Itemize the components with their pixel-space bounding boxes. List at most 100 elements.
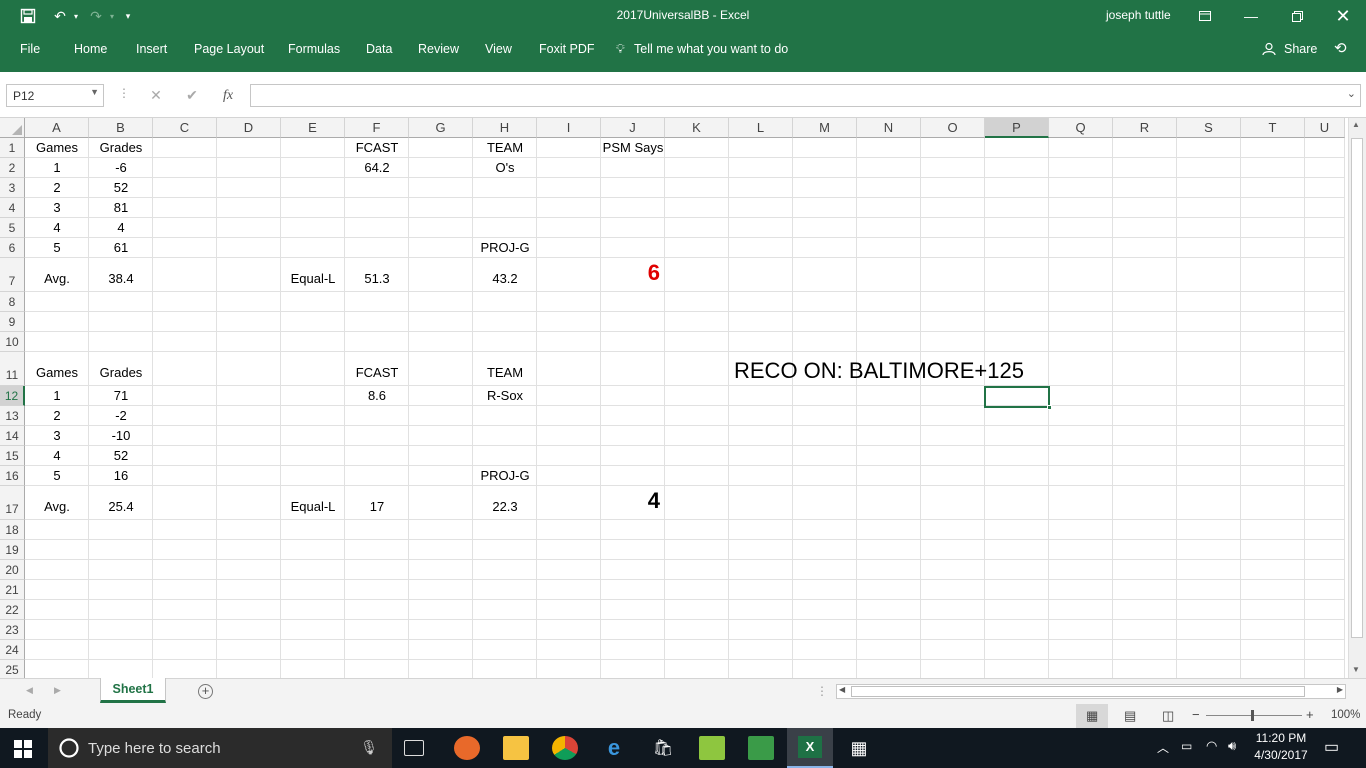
cell-f12[interactable]: 8.6 (345, 386, 409, 406)
cell-h12[interactable]: R-Sox (473, 386, 537, 406)
cell-b11[interactable]: Grades (89, 352, 153, 386)
row-header-18[interactable]: 18 (0, 520, 25, 540)
row-header-15[interactable]: 15 (0, 446, 25, 466)
tab-formulas[interactable]: Formulas (288, 42, 340, 56)
row-header-8[interactable]: 8 (0, 292, 25, 312)
insert-function-icon[interactable]: fx (210, 88, 246, 104)
cell-f2[interactable]: 64.2 (345, 158, 409, 178)
clock[interactable]: 11:20 PM 4/30/2017 (1252, 731, 1310, 762)
expand-formula-icon[interactable]: ⌄ (1347, 87, 1356, 100)
page-layout-view-icon[interactable]: ▤ (1124, 708, 1136, 724)
column-header-m[interactable]: M (793, 118, 857, 138)
row-header-23[interactable]: 23 (0, 620, 25, 640)
column-header-k[interactable]: K (665, 118, 729, 138)
row-header-4[interactable]: 4 (0, 198, 25, 218)
column-header-q[interactable]: Q (1049, 118, 1113, 138)
cell-f7[interactable]: 51.3 (345, 258, 409, 292)
cell-j7[interactable]: 6 (601, 258, 665, 292)
cell-b5[interactable]: 4 (89, 218, 153, 238)
cell-f17[interactable]: 17 (345, 486, 409, 520)
column-header-l[interactable]: L (729, 118, 793, 138)
row-header-6[interactable]: 6 (0, 238, 25, 258)
column-header-i[interactable]: I (537, 118, 601, 138)
tell-me-box[interactable]: Tell me what you want to do (634, 42, 788, 56)
excel-taskbar-button[interactable]: X (787, 728, 833, 768)
next-sheet-icon[interactable]: ▶ (54, 685, 61, 696)
row-header-5[interactable]: 5 (0, 218, 25, 238)
zoom-level[interactable]: 100% (1331, 709, 1360, 721)
row-header-2[interactable]: 2 (0, 158, 25, 178)
horizontal-scrollbar[interactable]: ◀ ▶ (836, 684, 1346, 699)
cell-e7[interactable]: Equal-L (281, 258, 345, 292)
cancel-icon[interactable]: ✕ (138, 87, 174, 104)
cell-h16[interactable]: PROJ-G (473, 466, 537, 486)
cell-a7[interactable]: Avg. (25, 258, 89, 292)
row-header-20[interactable]: 20 (0, 560, 25, 580)
column-header-t[interactable]: T (1241, 118, 1305, 138)
cell-b17[interactable]: 25.4 (89, 486, 153, 520)
cell-b12[interactable]: 71 (89, 386, 153, 406)
column-header-p[interactable]: P (985, 118, 1049, 138)
cell-b3[interactable]: 52 (89, 178, 153, 198)
row-header-25[interactable]: 25 (0, 660, 25, 678)
column-header-o[interactable]: O (921, 118, 985, 138)
row-header-1[interactable]: 1 (0, 138, 25, 158)
cell-a6[interactable]: 5 (25, 238, 89, 258)
cell-a15[interactable]: 4 (25, 446, 89, 466)
cell-b1[interactable]: Grades (89, 138, 153, 158)
cell-f11[interactable]: FCAST (345, 352, 409, 386)
cell-a12[interactable]: 1 (25, 386, 89, 406)
tab-home[interactable]: Home (74, 42, 107, 56)
zoom-in-icon[interactable]: + (1306, 707, 1314, 722)
history-icon[interactable]: ⟲ (1334, 39, 1347, 57)
row-header-9[interactable]: 9 (0, 312, 25, 332)
zoom-slider-thumb[interactable] (1251, 710, 1254, 721)
column-header-a[interactable]: A (25, 118, 89, 138)
user-name[interactable]: joseph tuttle (1106, 8, 1171, 22)
cell-b15[interactable]: 52 (89, 446, 153, 466)
calculator-icon[interactable]: ▦ (846, 736, 872, 760)
split-handle-icon[interactable]: ⋮ (816, 684, 828, 698)
close-button[interactable]: ✕ (1320, 0, 1366, 32)
cell-b4[interactable]: 81 (89, 198, 153, 218)
cell-h2[interactable]: O's (473, 158, 537, 178)
ribbon-display-options-icon[interactable] (1182, 0, 1228, 32)
taskbar-search-box[interactable]: Type here to search 🎙︎ (48, 728, 392, 768)
volume-icon[interactable]: 🔊︎ (1228, 738, 1236, 754)
scroll-up-icon[interactable]: ▲ (1352, 120, 1360, 129)
cell-h6[interactable]: PROJ-G (473, 238, 537, 258)
cell-a1[interactable]: Games (25, 138, 89, 158)
show-hidden-icons[interactable]: ︿ (1157, 739, 1169, 756)
row-header-21[interactable]: 21 (0, 580, 25, 600)
cell-b13[interactable]: -2 (89, 406, 153, 426)
action-center-icon[interactable]: ▭ (1324, 737, 1339, 757)
cell-f1[interactable]: FCAST (345, 138, 409, 158)
tab-foxit-pdf[interactable]: Foxit PDF (539, 42, 595, 56)
tab-file[interactable]: File (20, 42, 40, 56)
page-break-view-icon[interactable]: ◫ (1162, 708, 1174, 724)
scroll-thumb[interactable] (1351, 138, 1363, 638)
share-button[interactable]: Share (1284, 42, 1317, 56)
column-header-h[interactable]: H (473, 118, 537, 138)
column-header-j[interactable]: J (601, 118, 665, 138)
cell-a2[interactable]: 1 (25, 158, 89, 178)
selected-cell-p12[interactable] (984, 386, 1052, 410)
row-header-14[interactable]: 14 (0, 426, 25, 446)
formula-input[interactable]: ⌄ (250, 84, 1361, 107)
scroll-down-icon[interactable]: ▼ (1352, 665, 1360, 674)
cell-a11[interactable]: Games (25, 352, 89, 386)
chevron-down-icon[interactable]: ▼ (90, 87, 99, 97)
wifi-icon[interactable]: ◠ (1206, 738, 1217, 754)
row-header-11[interactable]: 11 (0, 352, 25, 386)
row-header-7[interactable]: 7 (0, 258, 25, 292)
row-header-19[interactable]: 19 (0, 540, 25, 560)
battery-icon[interactable]: ▭ (1181, 739, 1192, 753)
cell-h7[interactable]: 43.2 (473, 258, 537, 292)
scroll-left-icon[interactable]: ◀ (839, 685, 845, 694)
row-header-16[interactable]: 16 (0, 466, 25, 486)
worksheet-grid[interactable]: A B C D E F G H I J K L M N O P Q R S T U 1 2 3 4 5 6 7 8 9 10 11 12 13 14… (0, 118, 1366, 678)
cloud-app-icon[interactable] (699, 736, 725, 760)
cell-a3[interactable]: 2 (25, 178, 89, 198)
cell-b14[interactable]: -10 (89, 426, 153, 446)
windows-start-icon[interactable] (14, 740, 32, 763)
